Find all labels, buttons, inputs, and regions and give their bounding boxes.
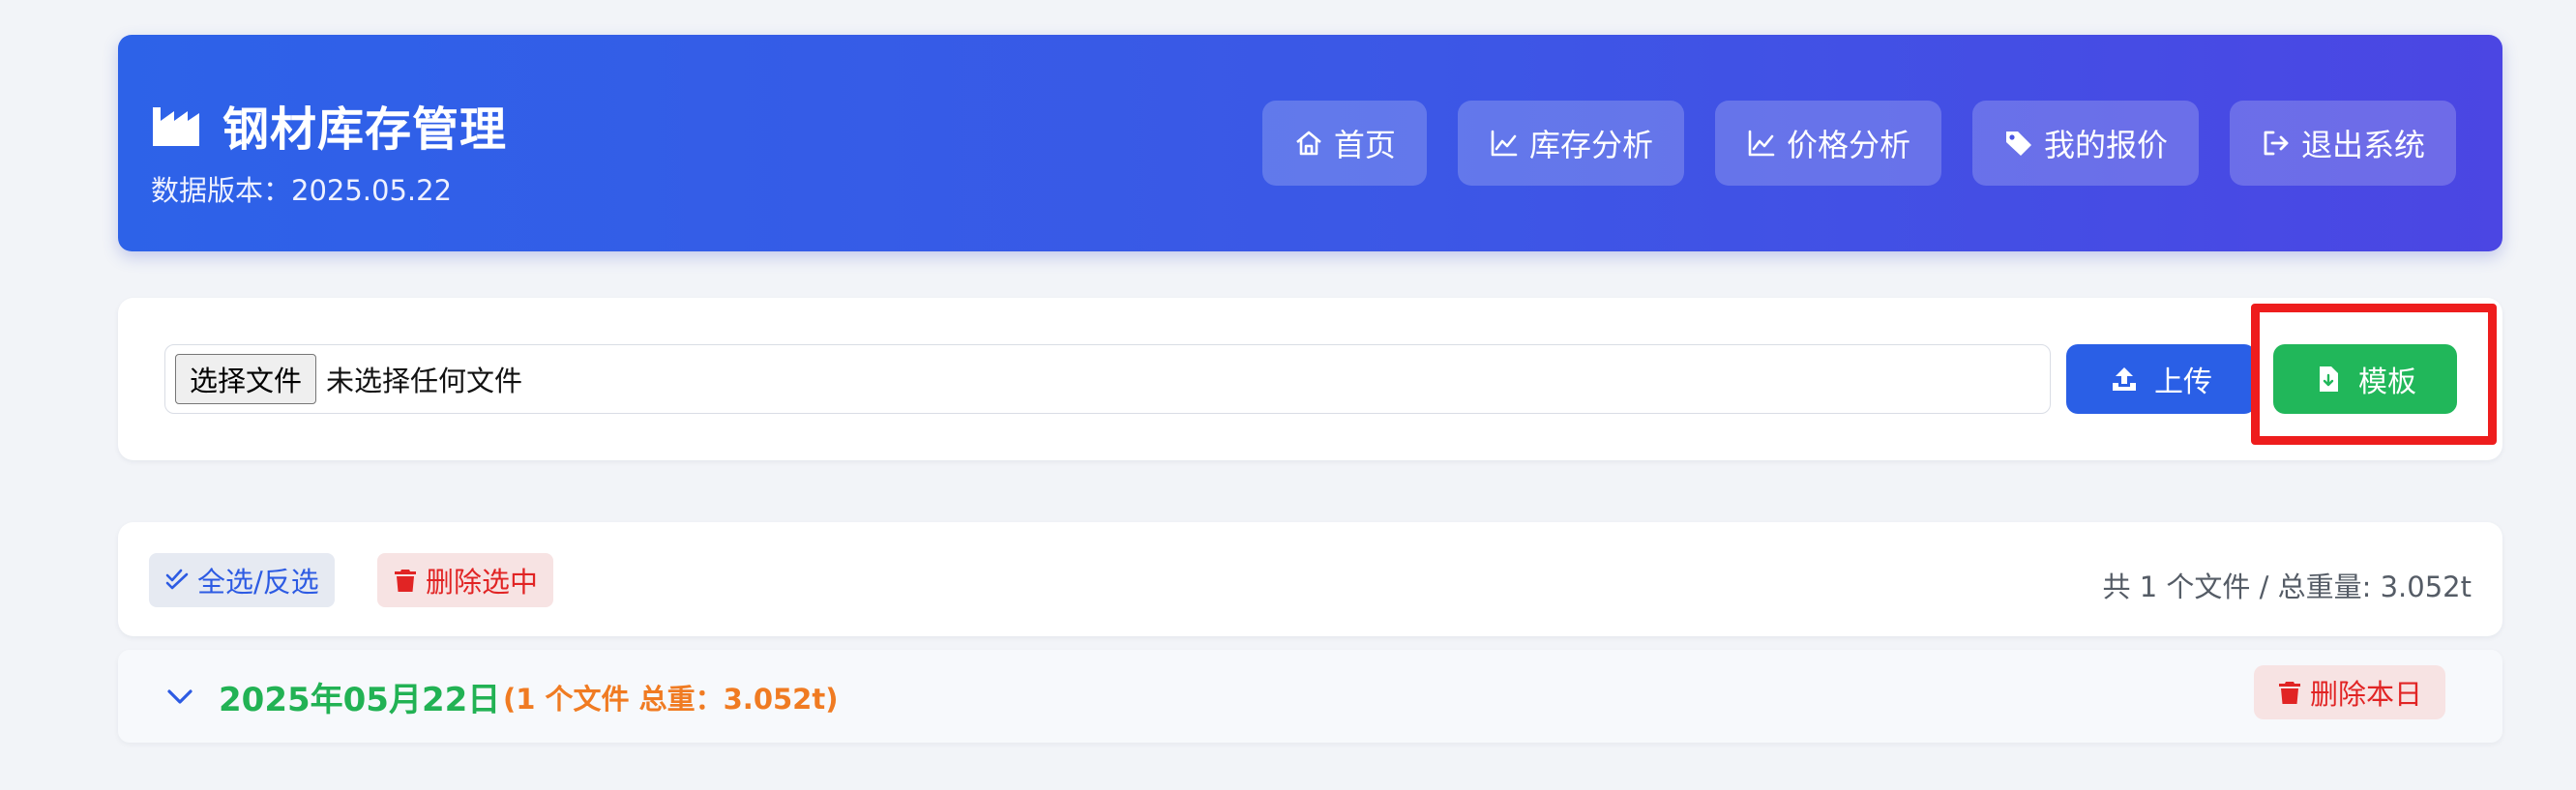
trash-icon xyxy=(395,570,416,592)
upload-icon xyxy=(2113,367,2136,391)
delete-day-label: 删除本日 xyxy=(2310,678,2423,711)
trash-icon xyxy=(2279,682,2300,704)
data-version: 数据版本：2025.05.22 xyxy=(151,174,453,207)
home-icon xyxy=(1296,131,1321,156)
upload-label: 上传 xyxy=(2154,366,2212,399)
nav-home-label: 首页 xyxy=(1333,127,1396,163)
nav-home-button[interactable]: 首页 xyxy=(1261,101,1427,186)
nav-my-quotes-label: 我的报价 xyxy=(2043,127,2168,163)
date-group-row[interactable]: 2025年05月22日 (1 个文件 总重：3.052t) 删除本日 xyxy=(118,650,2502,743)
upload-card: 选择文件 未选择任何文件 上传 模板 xyxy=(118,298,2502,460)
factory-icon xyxy=(153,107,199,146)
line-chart-icon xyxy=(1491,130,1518,157)
file-download-icon xyxy=(2320,366,2338,392)
page-title: 钢材库存管理 xyxy=(222,102,508,157)
delete-selected-label: 删除选中 xyxy=(426,566,539,599)
double-check-icon xyxy=(165,569,189,590)
page: 钢材库存管理 数据版本：2025.05.22 首页 库存分析 价格分析 我的报价… xyxy=(0,0,2576,790)
logout-icon xyxy=(2264,131,2289,156)
delete-selected-button[interactable]: 删除选中 xyxy=(377,553,554,607)
line-chart-icon xyxy=(1748,130,1775,157)
delete-day-button[interactable]: 删除本日 xyxy=(2254,665,2446,719)
chevron-down-icon[interactable] xyxy=(164,681,195,712)
top-nav: 首页 库存分析 价格分析 我的报价 退出系统 xyxy=(1261,101,2456,186)
file-summary: 共 1 个文件 / 总重量: 3.052t xyxy=(2102,571,2472,603)
file-status-text: 未选择任何文件 xyxy=(326,365,523,397)
file-list-toolbar: 全选/反选 删除选中 共 1 个文件 / 总重量: 3.052t xyxy=(118,522,2502,636)
brand: 钢材库存管理 数据版本：2025.05.22 xyxy=(151,91,507,209)
select-all-label: 全选/反选 xyxy=(197,566,319,599)
nav-price-analysis-button[interactable]: 价格分析 xyxy=(1714,101,1941,186)
select-all-button[interactable]: 全选/反选 xyxy=(149,553,335,607)
app-header: 钢材库存管理 数据版本：2025.05.22 首页 库存分析 价格分析 我的报价… xyxy=(118,35,2502,251)
nav-inventory-analysis-button[interactable]: 库存分析 xyxy=(1457,101,1684,186)
group-meta: (1 个文件 总重：3.052t) xyxy=(503,683,839,716)
template-download-button[interactable]: 模板 xyxy=(2273,344,2457,414)
nav-price-analysis-label: 价格分析 xyxy=(1786,127,1910,163)
group-date: 2025年05月22日 xyxy=(219,681,501,719)
template-label: 模板 xyxy=(2358,366,2416,399)
upload-button[interactable]: 上传 xyxy=(2066,344,2256,414)
brand-row: 钢材库存管理 xyxy=(151,91,507,159)
nav-inventory-analysis-label: 库存分析 xyxy=(1528,127,1653,163)
file-input[interactable]: 选择文件 未选择任何文件 xyxy=(164,344,2051,414)
nav-my-quotes-button[interactable]: 我的报价 xyxy=(1971,101,2199,186)
tag-icon xyxy=(2005,132,2031,156)
nav-logout-label: 退出系统 xyxy=(2300,127,2425,163)
nav-logout-button[interactable]: 退出系统 xyxy=(2229,101,2456,186)
choose-file-button[interactable]: 选择文件 xyxy=(175,354,317,404)
